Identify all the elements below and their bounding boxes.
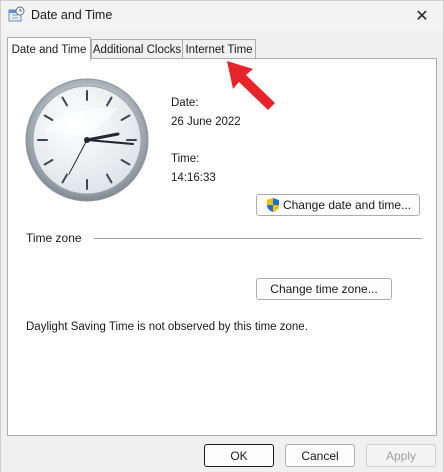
- dst-note: Daylight Saving Time is not observed by …: [26, 321, 308, 333]
- date-value: 26 June 2022: [171, 116, 241, 128]
- cancel-button[interactable]: Cancel: [285, 444, 355, 467]
- dialog-footer: OK Cancel Apply: [1, 438, 443, 472]
- close-button[interactable]: ✕: [401, 1, 443, 31]
- tab-label: Additional Clocks: [92, 44, 182, 56]
- apply-label: Apply: [385, 448, 417, 463]
- tab-internet-time[interactable]: Internet Time: [182, 39, 256, 60]
- tab-additional-clocks[interactable]: Additional Clocks: [91, 39, 183, 60]
- date-time-icon: [8, 6, 25, 22]
- uac-shield-icon: [266, 198, 279, 212]
- tab-label: Internet Time: [185, 44, 253, 56]
- time-zone-heading: Time zone: [26, 231, 82, 245]
- change-time-zone-button[interactable]: Change time zone...: [256, 278, 392, 300]
- title-bar: Date and Time ✕: [1, 1, 443, 31]
- close-icon: ✕: [415, 8, 429, 25]
- ok-button[interactable]: OK: [204, 444, 274, 467]
- tab-strip: Date and Time Additional Clocks Internet…: [7, 37, 437, 61]
- tab-date-and-time[interactable]: Date and Time: [7, 37, 91, 61]
- time-zone-divider: [94, 238, 422, 239]
- cancel-label: Cancel: [301, 448, 339, 463]
- tab-panel: Date: 26 June 2022 Time: 14:16:33 Change…: [7, 58, 437, 436]
- date-label: Date:: [171, 97, 199, 109]
- date-time-dialog: Date and Time ✕ Date and Time Additional…: [0, 0, 444, 472]
- window-title: Date and Time: [31, 8, 113, 22]
- tab-label: Date and Time: [11, 43, 87, 56]
- time-label: Time:: [171, 153, 200, 165]
- change-date-time-button[interactable]: Change date and time...: [256, 194, 420, 216]
- clock-face-icon: [25, 78, 149, 202]
- analog-clock: [22, 73, 152, 206]
- apply-button[interactable]: Apply: [366, 444, 436, 467]
- change-time-zone-label: Change time zone...: [270, 282, 378, 296]
- time-value: 14:16:33: [171, 172, 216, 184]
- change-date-time-label: Change date and time...: [282, 198, 412, 212]
- red-arrow-icon: [227, 61, 275, 110]
- ok-label: OK: [230, 448, 248, 463]
